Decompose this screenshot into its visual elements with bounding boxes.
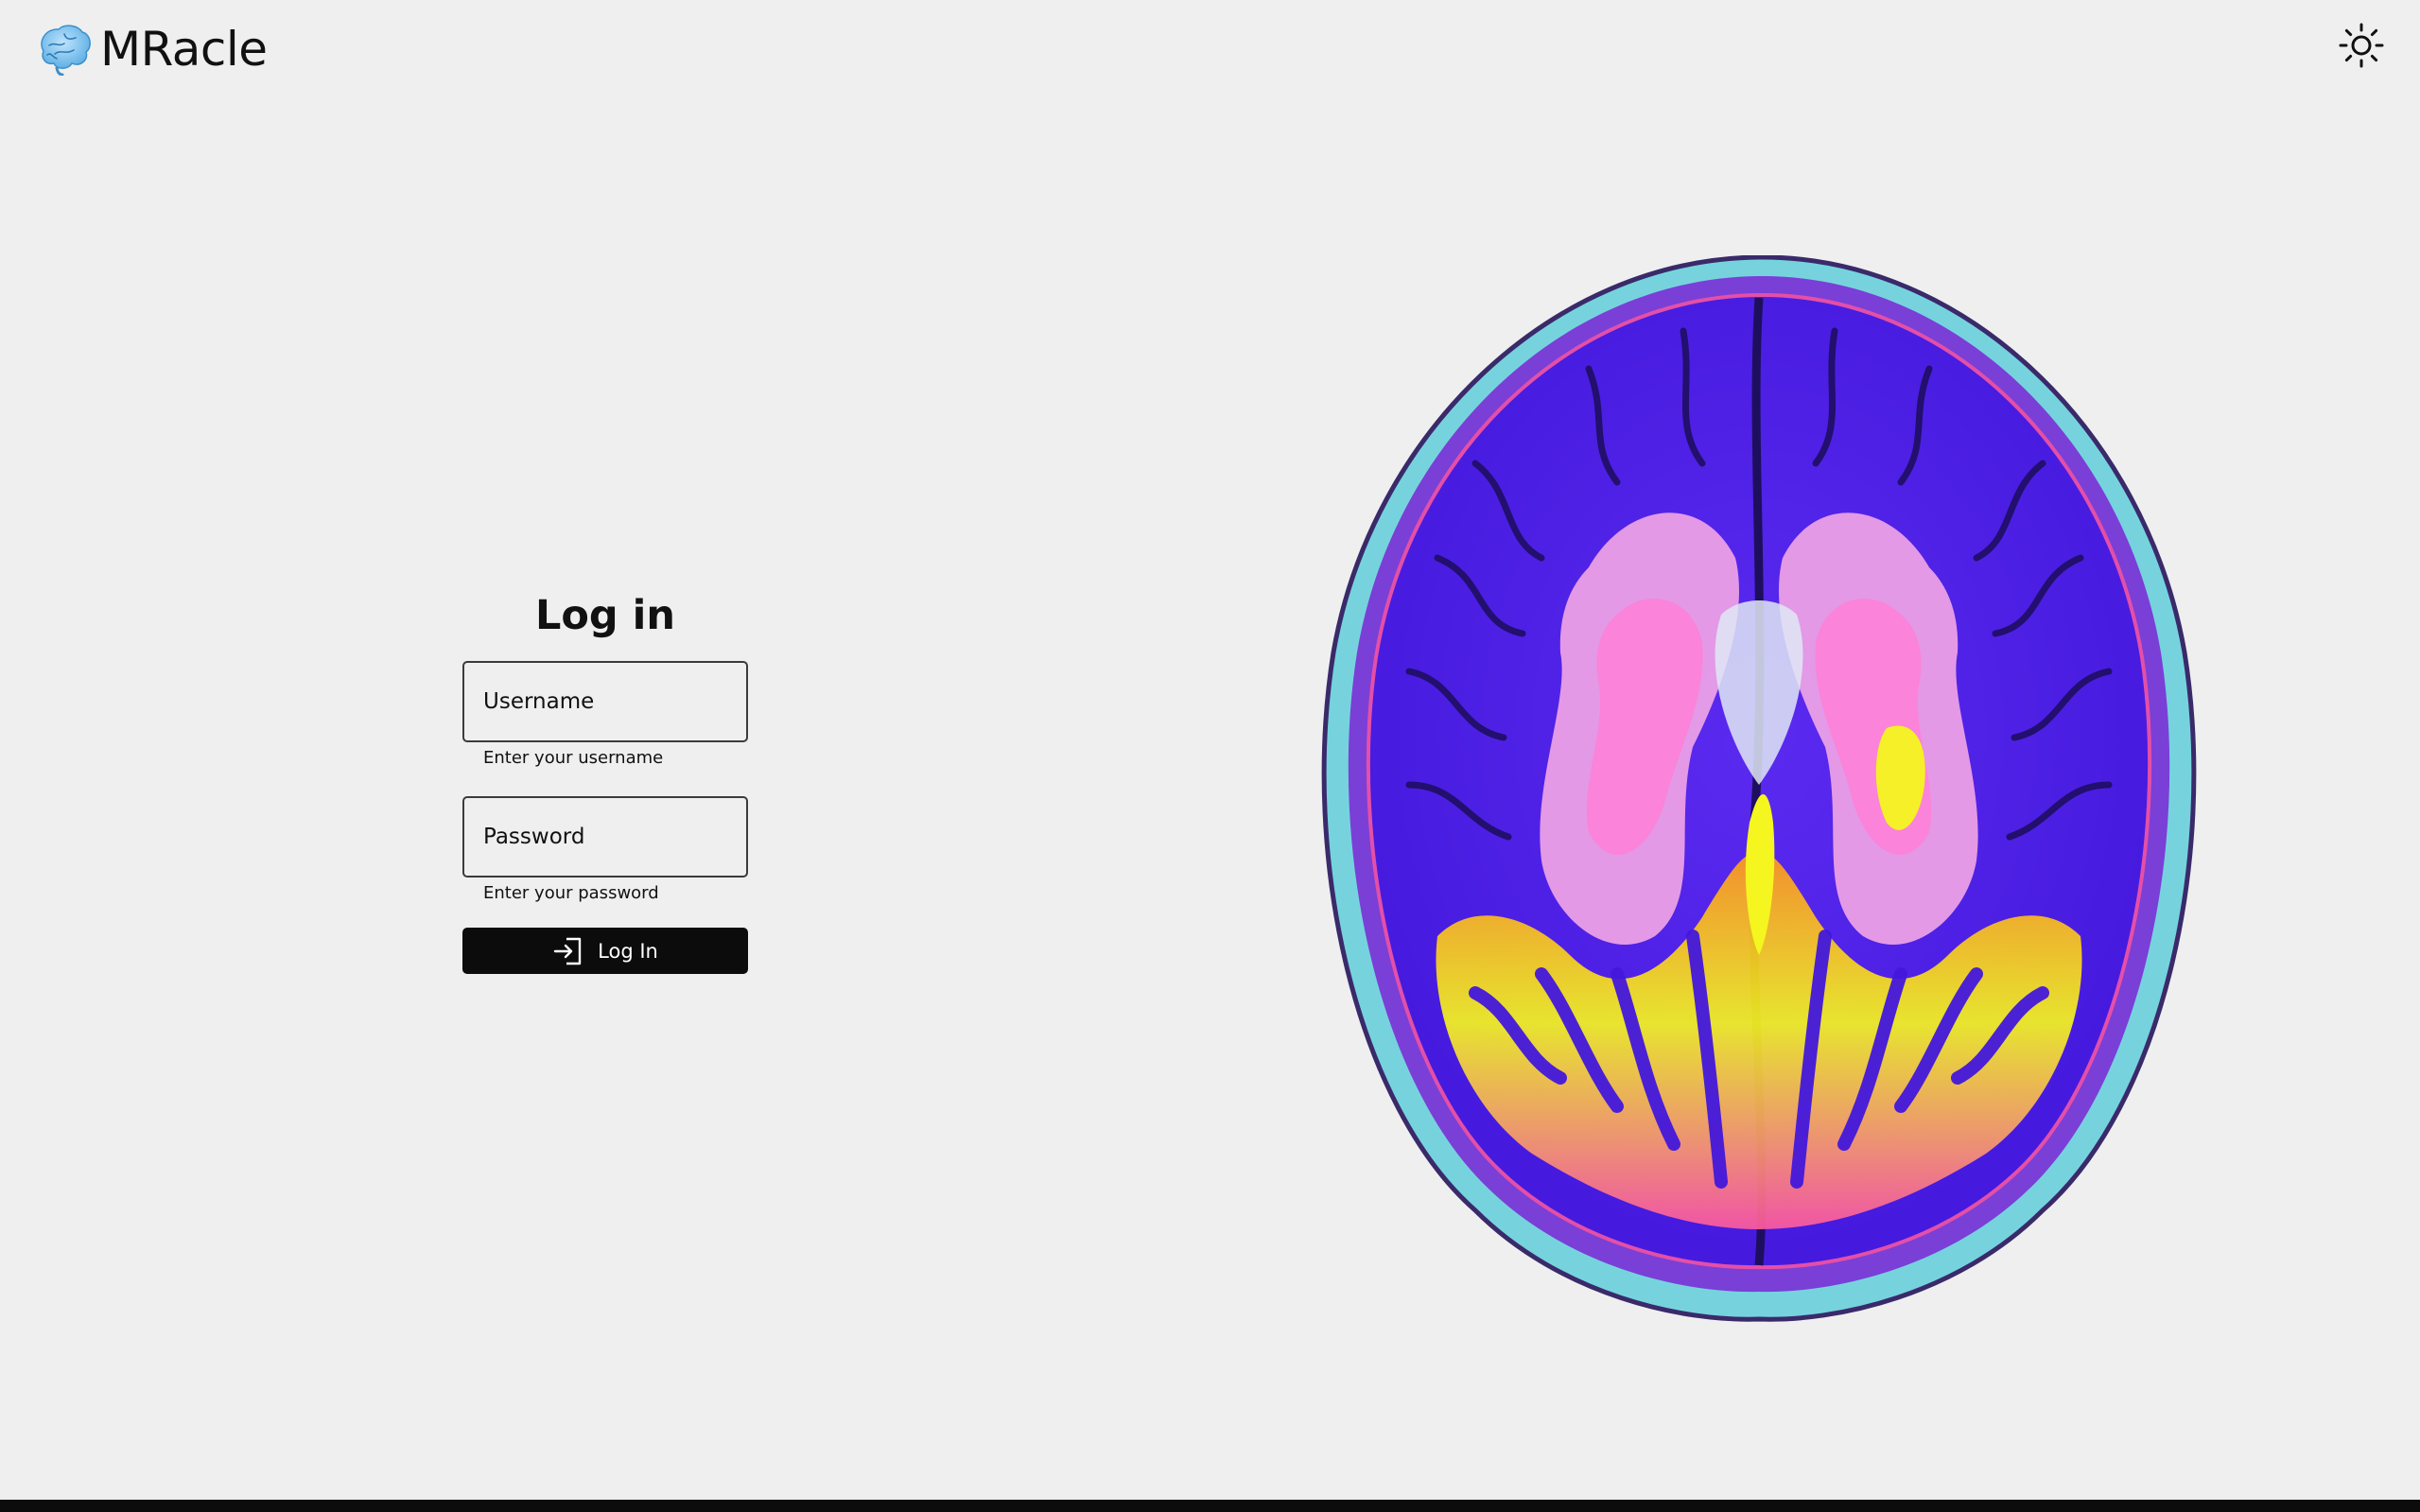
brand: MRacle [36, 17, 268, 81]
theme-toggle-button[interactable] [2339, 23, 2384, 68]
brain-logo-icon [41, 25, 91, 76]
password-helper-text: Enter your password [483, 883, 659, 903]
username-helper-text: Enter your username [483, 748, 664, 768]
sun-icon [2339, 23, 2384, 68]
password-input[interactable] [462, 796, 748, 878]
app-name: MRacle [100, 22, 268, 77]
brain-mri-scan-image [1305, 255, 2213, 1324]
username-input[interactable] [462, 661, 748, 742]
log-in-button[interactable]: Log In [462, 928, 748, 974]
log-in-button-label: Log In [598, 939, 658, 963]
login-title: Log in [534, 592, 676, 639]
login-form: Log in Enter your username Enter your pa… [462, 596, 748, 974]
username-field: Enter your username [462, 661, 748, 770]
bottom-bar [0, 1500, 2420, 1512]
log-in-icon [553, 937, 582, 965]
password-field: Enter your password [462, 796, 748, 905]
